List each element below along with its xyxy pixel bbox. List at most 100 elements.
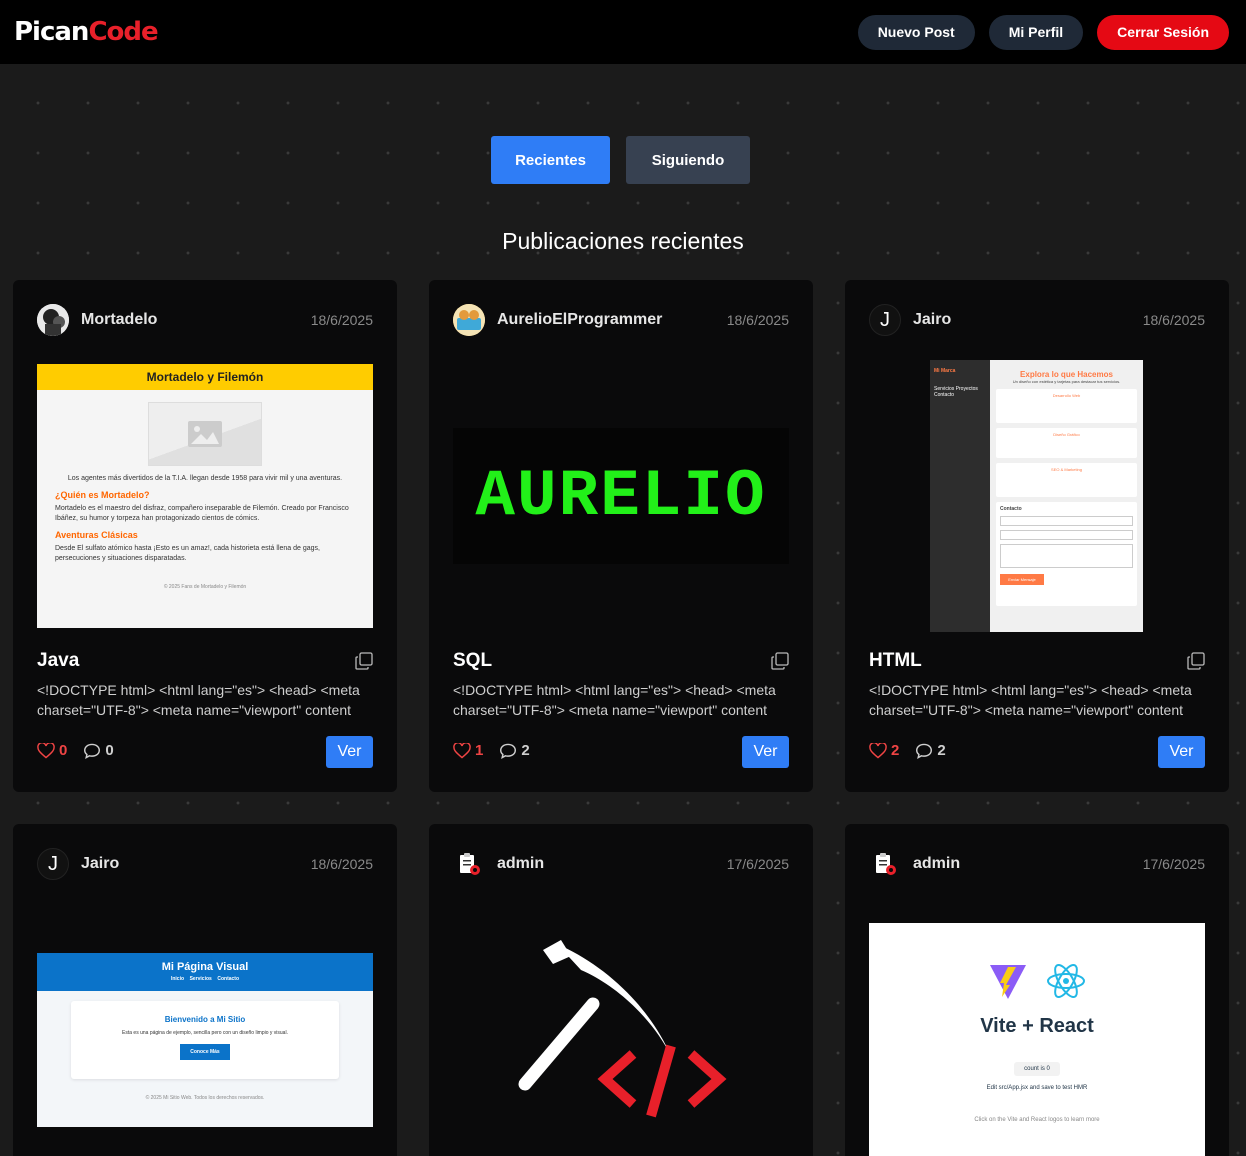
post-card: J Jairo 18/6/2025 Mi Marca Servicios Pro…	[845, 280, 1229, 792]
preview-input	[1000, 530, 1133, 540]
feed-tabs: Recientes Siguiendo	[491, 136, 750, 184]
author-name[interactable]: AurelioElProgrammer	[497, 311, 662, 329]
preview-card: Diseño Gráfico	[996, 428, 1137, 458]
preview-sidebar: Mi Marca Servicios Proyectos Contacto	[930, 360, 990, 632]
author-name[interactable]: Jairo	[81, 855, 119, 873]
like-count: 2	[891, 742, 900, 759]
avatar[interactable]	[453, 848, 485, 880]
post-card: admin 17/6/2025	[429, 824, 813, 1156]
preview-heading: Explora lo que Hacemos	[1020, 370, 1113, 379]
preview-header: Mortadelo y Filemón	[37, 364, 373, 390]
preview-nav: Servicios Proyectos Contacto	[934, 386, 978, 398]
avatar-letter: J	[48, 852, 58, 875]
preview-header: Mi Página Visual Inicio Servicios Contac…	[37, 953, 373, 991]
post-stats: 2 2	[869, 742, 946, 759]
avatar[interactable]	[453, 304, 485, 336]
author-name[interactable]: Jairo	[913, 311, 951, 329]
code-preview[interactable]: AURELIO	[453, 428, 789, 564]
comment-icon	[500, 743, 517, 759]
nav-actions: Nuevo Post Mi Perfil Cerrar Sesión	[857, 14, 1229, 50]
like-count: 1	[475, 742, 484, 759]
view-post-button[interactable]: Ver	[1158, 736, 1205, 768]
like-button[interactable]: 2	[869, 742, 899, 759]
preview-text: AURELIO	[475, 458, 767, 534]
preview-textarea	[1000, 544, 1133, 568]
logo-text-white: Pican	[14, 17, 89, 47]
image-placeholder-icon	[148, 402, 262, 466]
post-title: HTML	[869, 650, 922, 671]
copy-icon[interactable]	[355, 652, 373, 670]
code-preview[interactable]: Vite + React count is 0 Edit src/App.jsx…	[869, 923, 1205, 1156]
vite-logo-icon	[990, 965, 1026, 999]
code-preview[interactable]: Mi Página Visual Inicio Servicios Contac…	[37, 953, 373, 1127]
code-snippet: <!DOCTYPE html> <html lang="es"> <head> …	[37, 682, 360, 718]
preview-button: Conoce Más	[180, 1044, 230, 1060]
preview-footer: © 2025 Fans de Mortadelo y Filemón	[163, 584, 247, 590]
like-button[interactable]: 0	[37, 742, 67, 759]
post-card: Mortadelo 18/6/2025 Mortadelo y Filemón …	[13, 280, 397, 792]
admin-clipboard-icon	[876, 853, 896, 875]
code-snippet: <!DOCTYPE html> <html lang="es"> <head> …	[453, 682, 776, 718]
avatar-cartoon-icon	[453, 304, 485, 336]
preview-count-button: count is 0	[1014, 1062, 1060, 1076]
new-post-button[interactable]: Nuevo Post	[857, 14, 975, 50]
card-header: J Jairo 18/6/2025	[869, 304, 1205, 336]
code-preview[interactable]: Mi Marca Servicios Proyectos Contacto Ex…	[930, 360, 1143, 632]
tab-recent[interactable]: Recientes	[491, 136, 610, 184]
comment-button[interactable]: 2	[499, 742, 530, 759]
card-title-row: SQL	[453, 650, 789, 672]
view-post-button[interactable]: Ver	[742, 736, 789, 768]
pickaxe-code-icon	[518, 940, 727, 1118]
logo[interactable]: PicanCode	[14, 17, 159, 47]
preview-footer: © 2025 Mi Sitio Web. Todos los derechos …	[145, 1095, 265, 1101]
preview-input	[1000, 516, 1133, 526]
like-button[interactable]: 1	[453, 742, 483, 759]
preview-card: Desarrollo Web	[996, 389, 1137, 423]
preview-card: Bienvenido a Mi Sitio Esta es una página…	[71, 1001, 339, 1079]
tab-following[interactable]: Siguiendo	[626, 136, 750, 184]
comment-button[interactable]: 0	[83, 742, 114, 759]
card-title-row: Java	[37, 650, 373, 672]
avatar-photo-icon	[37, 304, 69, 336]
preview-brand: Mi Marca	[934, 368, 956, 374]
preview-paragraph-2: Desde El sulfato atómico hasta ¡Esto es …	[55, 545, 320, 562]
avatar[interactable]	[869, 848, 901, 880]
post-title: SQL	[453, 650, 493, 671]
avatar[interactable]: J	[37, 848, 69, 880]
comment-icon	[916, 743, 933, 759]
author-name[interactable]: admin	[913, 855, 960, 873]
preview-subtitle: Un diseño con estética y tarjetas para d…	[1012, 379, 1121, 384]
section-title: Publicaciones recientes	[502, 228, 744, 254]
card-header: J Jairo 18/6/2025	[37, 848, 373, 880]
logout-button[interactable]: Cerrar Sesión	[1097, 14, 1229, 50]
code-preview[interactable]	[453, 934, 789, 1134]
comment-icon	[84, 743, 101, 759]
author-name[interactable]: Mortadelo	[81, 311, 157, 329]
profile-button[interactable]: Mi Perfil	[988, 14, 1084, 50]
admin-clipboard-icon	[460, 853, 480, 875]
copy-icon[interactable]	[771, 652, 789, 670]
copy-icon[interactable]	[1187, 652, 1205, 670]
preview-title: Vite + React	[980, 1015, 1094, 1037]
code-preview[interactable]: Mortadelo y Filemón Los agentes más dive…	[37, 364, 373, 628]
preview-send-button: Enviar Mensaje	[1000, 574, 1044, 585]
avatar-letter: J	[880, 308, 890, 331]
comment-count: 0	[105, 742, 114, 759]
navbar: PicanCode Nuevo Post Mi Perfil Cerrar Se…	[0, 0, 1246, 64]
post-date: 18/6/2025	[1142, 312, 1205, 328]
preview-welcome: Bienvenido a Mi Sitio	[164, 1015, 246, 1024]
post-title: Java	[37, 650, 80, 671]
logo-text-red: Code	[88, 17, 158, 47]
post-date: 17/6/2025	[726, 856, 789, 872]
preview-logos	[869, 961, 1205, 1001]
comment-button[interactable]: 2	[915, 742, 946, 759]
comment-count: 2	[937, 742, 946, 759]
author-name[interactable]: admin	[497, 855, 544, 873]
avatar[interactable]	[37, 304, 69, 336]
preview-tagline: Los agentes más divertidos de la T.I.A. …	[67, 475, 343, 482]
preview-contact-form: Contacto Enviar Mensaje	[996, 502, 1137, 606]
view-post-button[interactable]: Ver	[326, 736, 373, 768]
card-header: admin 17/6/2025	[869, 848, 1205, 880]
post-stats: 0 0	[37, 742, 114, 759]
avatar[interactable]: J	[869, 304, 901, 336]
